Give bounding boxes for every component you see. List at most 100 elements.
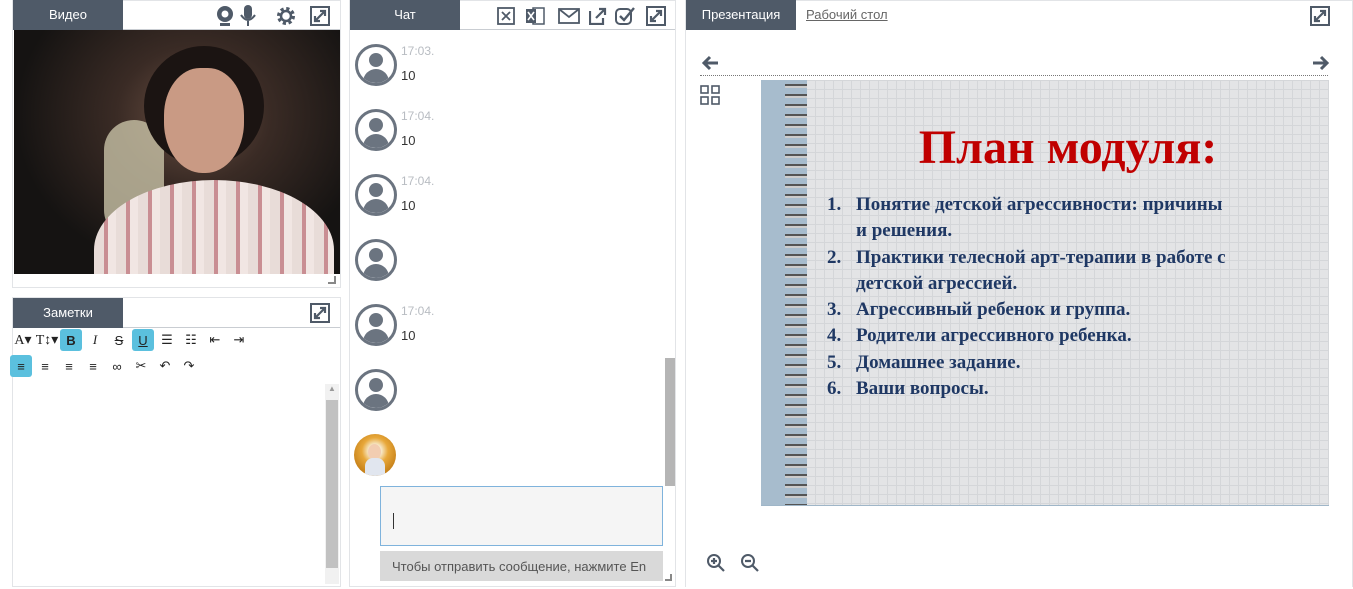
underline-icon: U	[138, 332, 148, 348]
slide-agenda-item: 2. Практики телесной арт-терапии в работе…	[827, 245, 1307, 298]
italic-button[interactable]: I	[84, 329, 106, 351]
slide-item-text: Домашнее задание.	[856, 350, 1020, 376]
excel-export-icon[interactable]	[524, 5, 546, 27]
slide-agenda-item: 4. Родители агрессивного ребенка.	[827, 323, 1307, 349]
chat-expand-icon[interactable]	[645, 5, 667, 27]
webcam-icon[interactable]	[214, 4, 236, 28]
message-time: 17:04.	[401, 109, 435, 123]
notes-expand-icon[interactable]	[309, 302, 331, 324]
text-style-icon: T↕▾	[35, 332, 59, 348]
chat-scrollbar[interactable]	[665, 358, 675, 486]
redo-button[interactable]: ↷	[178, 355, 200, 377]
chat-resize-handle[interactable]	[665, 574, 672, 581]
next-slide-arrow-icon[interactable]	[1311, 54, 1331, 72]
slide-agenda-item: 3. Агрессивный ребенок и группа.	[827, 297, 1307, 323]
expand-icon[interactable]	[309, 5, 331, 27]
send-hint-text: Чтобы отправить сообщение, нажмите En	[392, 559, 647, 574]
chat-message	[350, 369, 664, 429]
chat-message: 17:04. 10	[350, 174, 664, 234]
notes-toolbar-row-2: ≡ ≡ ≡ ≡ ∞ ✂ ↶ ↷	[10, 355, 210, 379]
slide-item-number: 4.	[827, 325, 842, 347]
checkbox-icon[interactable]	[614, 5, 636, 27]
align-left-button[interactable]: ≡	[10, 355, 32, 377]
font-size-dropdown[interactable]: A▾	[12, 329, 34, 351]
video-tab[interactable]: Видео	[13, 0, 123, 30]
bold-icon: B	[66, 332, 76, 348]
link-button[interactable]: ∞	[106, 355, 128, 377]
message-time: 17:04.	[401, 304, 435, 318]
slide-agenda-item: 5. Домашнее задание.	[827, 350, 1307, 376]
chat-message-list: 17:03. 10 17:04. 10 17:04. 10 17:04. 10	[350, 32, 664, 482]
message-text: 10	[401, 328, 416, 343]
presentation-tab[interactable]: Презентация	[686, 0, 796, 30]
undo-button[interactable]: ↶	[154, 355, 176, 377]
webcam-video	[14, 30, 340, 274]
indent-button[interactable]: ⇥	[228, 329, 250, 351]
message-text: 10	[401, 68, 416, 83]
video-person-face	[164, 68, 244, 173]
strikethrough-icon: S	[114, 332, 124, 348]
slide-item-line: Понятие детской агрессивности: причины	[856, 194, 1223, 215]
chat-message-input[interactable]	[380, 486, 663, 546]
slide-item-text: Практики телесной арт-терапии в работе с…	[856, 245, 1226, 298]
microphone-icon[interactable]	[238, 4, 258, 28]
strikethrough-button[interactable]: S	[108, 329, 130, 351]
notebook-rings	[785, 80, 807, 505]
slide-item-number: 5.	[827, 351, 842, 373]
unlink-button[interactable]: ✂	[130, 355, 152, 377]
slide-item-line: Домашнее задание.	[856, 351, 1021, 373]
align-justify-icon: ≡	[89, 358, 97, 374]
clear-chat-icon[interactable]	[496, 6, 516, 26]
chat-header-line	[460, 29, 675, 30]
font-size-icon: A▾	[14, 332, 32, 348]
user-avatar-icon	[355, 44, 397, 86]
send-hint-bar: Чтобы отправить сообщение, нажмите En	[380, 551, 663, 581]
presentation-slide: План модуля: 1. Понятие детской агрессивн…	[761, 80, 1329, 506]
user-avatar-icon	[355, 239, 397, 281]
chat-message: 17:04. 10	[350, 109, 664, 169]
message-text: 10	[401, 133, 416, 148]
user-avatar-icon	[355, 304, 397, 346]
slide-item-line: Практики телесной арт-терапии в работе с	[856, 246, 1226, 268]
unlink-icon: ✂	[135, 358, 147, 373]
chat-tab[interactable]: Чат	[350, 0, 460, 30]
current-user-avatar	[354, 434, 396, 476]
numbered-list-button[interactable]: ☷	[180, 329, 202, 351]
grid-view-icon[interactable]	[699, 84, 721, 106]
zoom-in-icon[interactable]	[705, 552, 727, 574]
slide-nav-divider	[700, 75, 1328, 76]
notes-scrollbar[interactable]: ▲	[325, 384, 339, 584]
notes-tab[interactable]: Заметки	[13, 298, 123, 328]
zoom-out-icon[interactable]	[739, 552, 761, 574]
align-center-button[interactable]: ≡	[34, 355, 56, 377]
notes-editor[interactable]	[13, 382, 325, 584]
slide-item-text: Родители агрессивного ребенка.	[856, 323, 1132, 349]
slide-agenda-item: 6. Ваши вопросы.	[827, 376, 1307, 402]
notes-toolbar-row-1: A▾ T↕▾ B I S U ☰ ☷ ⇤ ⇥	[12, 329, 272, 353]
outdent-button[interactable]: ⇤	[204, 329, 226, 351]
mail-icon[interactable]	[557, 6, 581, 26]
gear-icon[interactable]	[274, 4, 298, 28]
slide-item-line: Ваши вопросы.	[856, 378, 989, 400]
bold-button[interactable]: B	[60, 329, 82, 351]
slide-agenda-list: 1. Понятие детской агрессивности: причины…	[827, 192, 1307, 402]
bullet-list-button[interactable]: ☰	[156, 329, 178, 351]
desktop-tab[interactable]: Рабочий стол	[806, 7, 888, 22]
slide-item-line: и решения.	[856, 220, 953, 242]
message-text: 10	[401, 198, 416, 213]
popout-icon[interactable]	[588, 6, 608, 26]
message-time: 17:04.	[401, 174, 435, 188]
video-resize-handle[interactable]	[328, 276, 336, 284]
prev-slide-arrow-icon[interactable]	[700, 54, 720, 72]
presentation-expand-icon[interactable]	[1309, 5, 1331, 27]
link-icon: ∞	[112, 358, 122, 374]
align-justify-button[interactable]: ≡	[82, 355, 104, 377]
chat-message	[350, 239, 664, 299]
underline-button[interactable]: U	[132, 329, 154, 351]
text-style-dropdown[interactable]: T↕▾	[35, 329, 59, 351]
slide-item-text: Ваши вопросы.	[856, 376, 989, 402]
slide-agenda-item: 1. Понятие детской агрессивности: причины…	[827, 192, 1307, 245]
slide-item-number: 1.	[827, 194, 842, 215]
slide-title: План модуля:	[918, 121, 1218, 174]
align-right-button[interactable]: ≡	[58, 355, 80, 377]
